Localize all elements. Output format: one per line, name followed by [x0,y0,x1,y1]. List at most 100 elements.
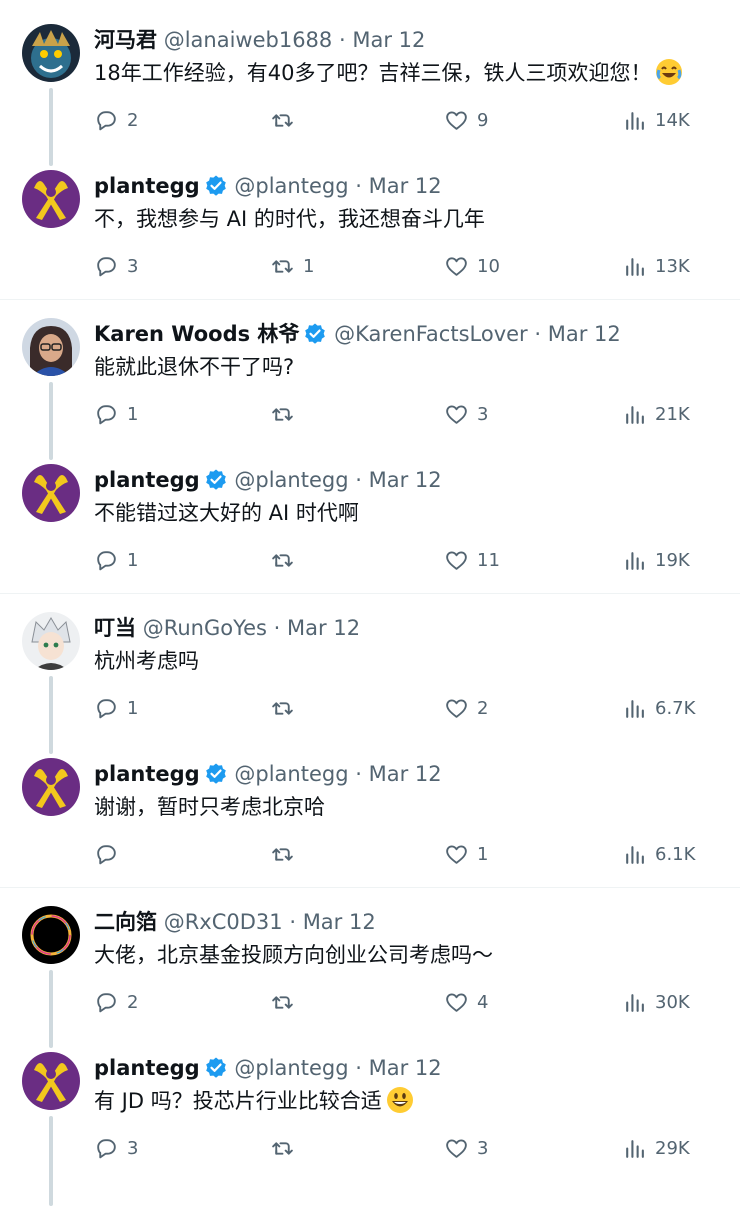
display-name[interactable]: 二向箔 [94,910,157,934]
separator-dot: · [534,322,542,346]
thread-line [49,88,53,166]
separator-dot: · [355,762,362,786]
like-count: 2 [477,697,489,719]
like-button[interactable]: 3 [444,1132,488,1164]
post-date[interactable]: Mar 12 [287,616,360,640]
views-button[interactable]: 30K [622,986,690,1018]
separator-dot: · [289,910,296,934]
avatar[interactable] [22,1052,80,1110]
heart-icon [446,110,467,130]
reply-button[interactable]: 3 [94,1132,138,1164]
views-button[interactable]: 13K [622,250,690,282]
views-button[interactable]: 6.1K [622,838,695,870]
thread-line [49,676,53,754]
user-handle[interactable]: @RunGoYes [143,616,267,640]
display-name[interactable]: 叮当 [94,616,136,640]
avatar[interactable] [22,906,80,964]
post-date[interactable]: Mar 12 [369,174,442,198]
verified-badge-icon [205,175,226,196]
reply-button[interactable] [94,838,127,870]
reply-icon [97,992,116,1012]
like-button[interactable]: 2 [444,692,488,724]
like-button[interactable]: 10 [444,250,500,282]
user-handle[interactable]: @lanaiweb1688 [164,28,333,52]
avatar[interactable] [22,170,80,228]
retweet-button[interactable] [270,1132,303,1164]
like-button[interactable]: 9 [444,104,488,136]
retweet-button[interactable] [270,544,303,576]
retweet-icon [272,113,293,127]
display-name[interactable]: plantegg [94,1056,200,1080]
user-handle[interactable]: @RxC0D31 [164,910,283,934]
separator-dot: · [355,468,362,492]
like-button[interactable]: 11 [444,544,500,576]
verified-badge-icon [305,323,326,344]
retweet-icon [272,995,293,1009]
retweet-button[interactable] [270,104,303,136]
tweet-text-content: 18年工作经验，有40多了吧？吉祥三保，铁人三项欢迎您！ [94,61,652,85]
post-date[interactable]: Mar 12 [352,28,425,52]
retweet-button[interactable] [270,398,303,430]
retweet-button[interactable]: 1 [270,250,314,282]
views-button[interactable]: 29K [622,1132,690,1164]
avatar[interactable] [22,24,80,82]
display-name[interactable]: plantegg [94,468,200,492]
avatar[interactable] [22,318,80,376]
user-handle[interactable]: @KarenFactsLover [334,322,528,346]
like-button[interactable]: 3 [444,398,488,430]
like-button[interactable]: 4 [444,986,488,1018]
views-button[interactable]: 6.7K [622,692,695,724]
views-button[interactable]: 21K [622,398,690,430]
retweet-button[interactable] [270,692,303,724]
post-date[interactable]: Mar 12 [369,762,442,786]
separator-dot: · [355,1056,362,1080]
view-count: 29K [655,1137,690,1159]
user-handle[interactable]: @plantegg [234,468,348,492]
avatar[interactable] [22,758,80,816]
smile-emoji-icon [386,1087,413,1113]
separator-dot: · [338,28,346,52]
user-handle[interactable]: @plantegg [234,1056,348,1080]
user-handle[interactable]: @plantegg [234,174,348,198]
avatar[interactable] [22,464,80,522]
tweet-text: 杭州考虑吗 [94,649,199,673]
display-name[interactable]: plantegg [94,762,200,786]
reply-button[interactable]: 2 [94,986,138,1018]
tweet-text: 有 JD 吗？投芯片行业比较合适 [94,1086,414,1116]
post-date[interactable]: Mar 12 [369,1056,442,1080]
thread-line [49,970,53,1048]
retweet-button[interactable] [270,986,303,1018]
views-button[interactable]: 14K [622,104,690,136]
post-date[interactable]: Mar 12 [548,322,621,346]
verified-badge-icon [205,1057,226,1078]
views-button[interactable]: 19K [622,544,690,576]
reply-icon [97,110,116,130]
reply-count: 3 [127,255,139,277]
reply-button[interactable]: 1 [94,544,138,576]
like-count: 1 [477,843,489,865]
reply-button[interactable]: 1 [94,398,138,430]
display-name[interactable]: Karen Woods 林爷 [94,322,299,346]
display-name[interactable]: 河马君 [94,28,157,52]
retweet-icon [272,259,293,273]
avatar[interactable] [22,612,80,670]
user-handle[interactable]: @plantegg [234,762,348,786]
post-date[interactable]: Mar 12 [303,910,376,934]
retweet-button[interactable] [270,838,303,870]
view-count: 14K [655,109,690,131]
retweet-icon [272,553,293,567]
reply-count: 2 [127,109,139,131]
like-button[interactable]: 1 [444,838,488,870]
reply-icon [97,256,116,276]
display-name[interactable]: plantegg [94,174,200,198]
verified-badge-icon [205,469,226,490]
tweet-actions: 1 11 19K [94,544,704,576]
reply-button[interactable]: 1 [94,692,138,724]
post-date[interactable]: Mar 12 [369,468,442,492]
like-count: 3 [477,1137,489,1159]
divider [0,299,740,300]
tweet-actions: 3 3 29K [94,1132,704,1164]
reply-button[interactable]: 2 [94,104,138,136]
reply-button[interactable]: 3 [94,250,138,282]
reply-icon [97,550,116,570]
